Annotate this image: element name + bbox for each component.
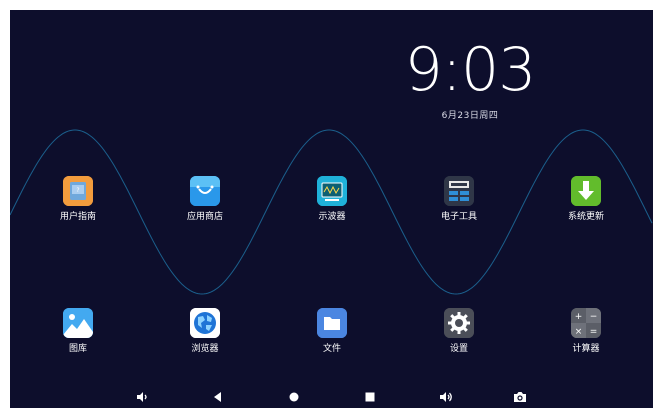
back-icon: [214, 392, 221, 402]
app-label: 设置: [449, 344, 468, 354]
home-screen: 9:03 6月23日周四 ? 用户指南 应用商店 示波器 电子工具 系统更新 图…: [10, 10, 653, 408]
svg-text:−: −: [590, 312, 598, 322]
app-electronic-tools[interactable]: 电子工具: [414, 176, 504, 223]
app-user-guide[interactable]: ? 用户指南: [33, 176, 123, 223]
calculator-icon: + − × =: [571, 308, 601, 338]
svg-text:=: =: [590, 327, 598, 337]
clock-time: 9:03: [404, 35, 537, 105]
electronic-tools-icon: [444, 176, 474, 206]
svg-text:×: ×: [575, 327, 583, 337]
navigation-bar: [10, 386, 653, 408]
app-label: 图库: [68, 344, 87, 354]
recents-icon: [365, 392, 375, 402]
app-store-icon: [190, 176, 220, 206]
app-files[interactable]: 文件: [287, 308, 377, 355]
volume-down-icon: [137, 392, 147, 402]
oscilloscope-icon: [317, 176, 347, 206]
volume-down-button[interactable]: [134, 389, 150, 405]
svg-text:+: +: [575, 312, 583, 322]
app-browser[interactable]: 浏览器: [160, 308, 250, 355]
browser-icon: [190, 308, 220, 338]
svg-text:?: ?: [76, 187, 79, 194]
screenshot-button[interactable]: [512, 389, 528, 405]
app-label: 用户指南: [59, 212, 96, 222]
back-button[interactable]: [210, 389, 226, 405]
user-guide-icon: ?: [63, 176, 93, 206]
clock-date: 6月23日周四: [441, 111, 499, 121]
files-icon: [317, 308, 347, 338]
app-label: 电子工具: [440, 212, 477, 222]
volume-up-icon: [440, 392, 452, 402]
app-calculator[interactable]: + − × = 计算器: [541, 308, 631, 355]
app-label: 浏览器: [191, 344, 219, 354]
app-app-store[interactable]: 应用商店: [160, 176, 250, 223]
settings-icon: [444, 308, 474, 338]
app-system-update[interactable]: 系统更新: [541, 176, 631, 223]
home-icon: [289, 392, 299, 402]
screenshot-icon: [514, 392, 526, 402]
recents-button[interactable]: [362, 389, 378, 405]
app-settings[interactable]: 设置: [414, 308, 504, 355]
system-update-icon: [571, 176, 601, 206]
app-label: 系统更新: [567, 212, 604, 222]
app-gallery[interactable]: 图库: [33, 308, 123, 355]
volume-up-button[interactable]: [438, 389, 454, 405]
gallery-icon: [63, 308, 93, 338]
app-label: 应用商店: [186, 212, 223, 222]
home-button[interactable]: [286, 389, 302, 405]
app-label: 计算器: [572, 344, 600, 354]
app-label: 文件: [322, 344, 341, 354]
app-label: 示波器: [318, 212, 346, 222]
app-oscilloscope[interactable]: 示波器: [287, 176, 377, 223]
